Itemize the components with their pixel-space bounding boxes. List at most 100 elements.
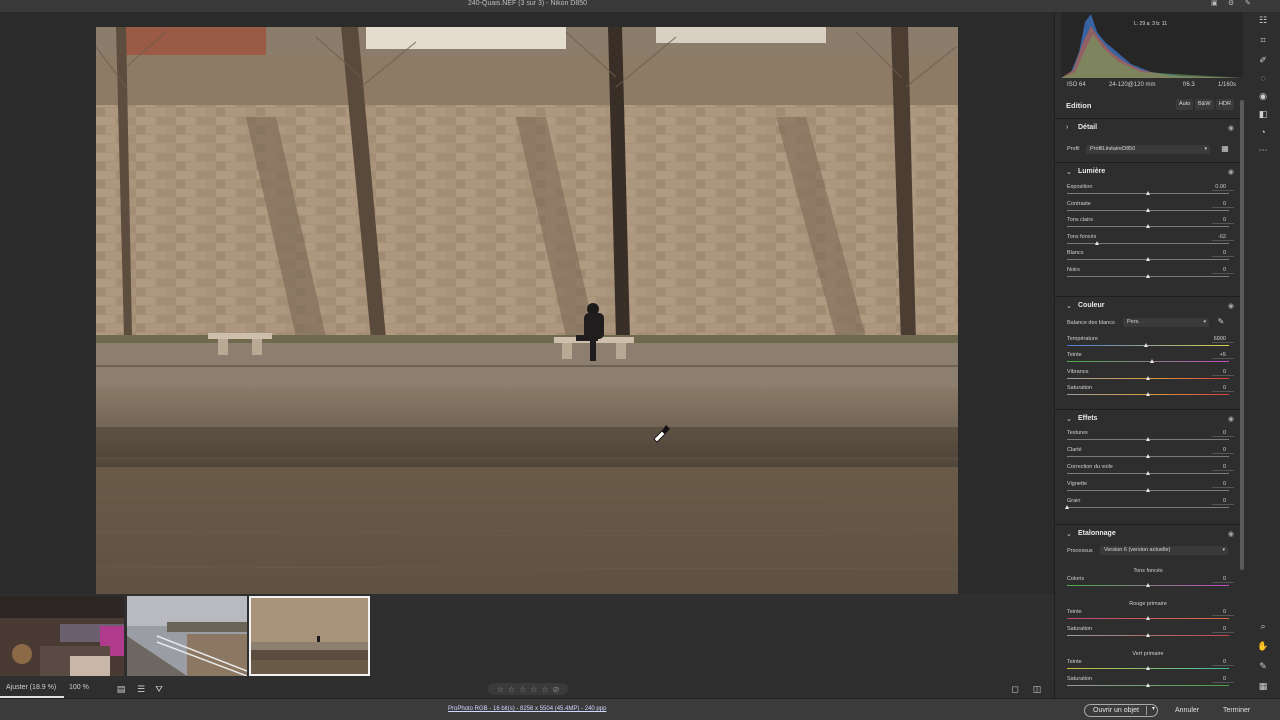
slider-thumb[interactable]: [1145, 257, 1150, 262]
visibility-eye-icon[interactable]: ◉: [1228, 530, 1234, 538]
slider-value[interactable]: 0: [1223, 369, 1226, 375]
slider-value[interactable]: 0: [1223, 201, 1226, 207]
zoom-fit-dropdown[interactable]: Ajuster (18.9 %): [6, 684, 56, 691]
filmstrip-view-icon[interactable]: ▤: [116, 684, 126, 694]
white-balance-picker-icon[interactable]: ✎: [1215, 316, 1227, 328]
slider-track[interactable]: [1067, 507, 1229, 508]
slider-track[interactable]: [1067, 242, 1229, 244]
visibility-eye-icon[interactable]: ◉: [1228, 124, 1234, 132]
star-1[interactable]: ☆: [497, 685, 504, 694]
slider-value[interactable]: 0: [1223, 430, 1226, 436]
slider-thumb[interactable]: [1145, 583, 1150, 587]
section-light[interactable]: ⌄ Lumière ◉: [1055, 162, 1241, 180]
slider-thumb[interactable]: [1145, 274, 1150, 278]
help-icon[interactable]: ✎: [1245, 0, 1254, 7]
star-4[interactable]: ☆: [530, 685, 537, 694]
slider-thumb[interactable]: [1145, 392, 1150, 397]
section-detail[interactable]: › Détail ◉: [1055, 118, 1241, 136]
slider-value[interactable]: -62: [1218, 234, 1226, 240]
healing-brush-icon[interactable]: ✐: [1257, 54, 1269, 66]
star-3[interactable]: ☆: [519, 685, 526, 694]
zoom-100-button[interactable]: 100 %: [69, 684, 89, 691]
slider-value[interactable]: 0: [1223, 626, 1226, 632]
slider-value[interactable]: 0: [1223, 676, 1226, 682]
slider-thumb[interactable]: [1145, 632, 1150, 637]
workflow-options-link[interactable]: ProPhoto RGB - 16 bit(s) - 8256 x 5504 (…: [448, 706, 606, 712]
slider-thumb[interactable]: [1145, 488, 1150, 492]
filter-icon[interactable]: ⛛: [154, 684, 164, 694]
slider-thumb[interactable]: [1145, 207, 1150, 212]
hand-icon[interactable]: ✋: [1257, 640, 1269, 652]
slider-value[interactable]: 0: [1223, 576, 1226, 582]
slider-value[interactable]: 0: [1223, 498, 1226, 504]
settings-gear-icon[interactable]: ⚙: [1228, 0, 1237, 7]
star-5[interactable]: ☆: [541, 685, 548, 694]
star-2[interactable]: ☆: [508, 685, 515, 694]
slider-value[interactable]: 6900: [1214, 336, 1226, 342]
process-select[interactable]: Version 6 (version actuelle) ▾: [1100, 546, 1228, 555]
masking-icon[interactable]: ◌: [1257, 72, 1269, 84]
bw-button[interactable]: B&W: [1195, 99, 1214, 110]
slider-value[interactable]: 0: [1223, 267, 1226, 273]
snapshots-icon[interactable]: ◔: [1257, 126, 1269, 138]
slider-thumb[interactable]: [1145, 666, 1150, 671]
star-rating[interactable]: ☆ ☆ ☆ ☆ ☆ ⊘: [488, 683, 568, 695]
slider-value[interactable]: 0: [1223, 464, 1226, 470]
auto-button[interactable]: Auto: [1176, 99, 1194, 110]
slider-thumb[interactable]: [1145, 682, 1150, 687]
visibility-eye-icon[interactable]: ◉: [1228, 168, 1234, 176]
chevron-down-icon[interactable]: ▾: [1152, 705, 1155, 712]
slider-thumb[interactable]: [1145, 375, 1150, 380]
before-after-icon[interactable]: ◫: [1032, 684, 1042, 694]
more-icon[interactable]: ⋯: [1257, 144, 1269, 156]
section-calibration[interactable]: ⌄ Etalonnage ◉: [1055, 524, 1241, 542]
presets-icon[interactable]: ◧: [1257, 108, 1269, 120]
sort-icon[interactable]: ☰: [136, 684, 146, 694]
slider-value[interactable]: 0: [1223, 481, 1226, 487]
visibility-eye-icon[interactable]: ◉: [1228, 415, 1234, 423]
filmstrip-thumbnail[interactable]: [0, 596, 124, 676]
slider-thumb[interactable]: [1145, 437, 1150, 441]
white-balance-select[interactable]: Pers. ▾: [1123, 318, 1209, 327]
color-sampler-icon[interactable]: ✎: [1257, 660, 1269, 672]
grid-icon[interactable]: ▦: [1257, 680, 1269, 692]
slider-value[interactable]: 0: [1223, 659, 1226, 665]
main-photo-preview[interactable]: [96, 27, 958, 603]
visibility-eye-icon[interactable]: ◉: [1228, 302, 1234, 310]
slider-value[interactable]: 0: [1223, 385, 1226, 391]
slider-thumb[interactable]: [1145, 471, 1150, 475]
slider-value[interactable]: +5: [1220, 352, 1226, 358]
slider-thumb[interactable]: [1064, 505, 1069, 509]
slider-track[interactable]: [1067, 345, 1229, 346]
hdr-button[interactable]: HDR: [1216, 99, 1234, 110]
profile-select[interactable]: ProfilLinéaireD850 ▾: [1086, 145, 1210, 154]
slider-thumb[interactable]: [1145, 616, 1150, 621]
filmstrip-thumbnail-selected[interactable]: [249, 596, 370, 676]
slider-thumb[interactable]: [1145, 191, 1150, 195]
slider-thumb[interactable]: [1143, 343, 1148, 347]
edit-sliders-icon[interactable]: ☷: [1257, 14, 1269, 26]
slider-thumb[interactable]: [1150, 359, 1155, 364]
open-object-button[interactable]: Ouvrir un objet ▾: [1084, 704, 1158, 717]
slider-value[interactable]: 0: [1223, 447, 1226, 453]
slider-value[interactable]: 0: [1223, 217, 1226, 223]
save-icon[interactable]: ▣: [1211, 0, 1220, 7]
slider-thumb[interactable]: [1145, 224, 1150, 229]
zoom-icon[interactable]: ⌕: [1257, 620, 1269, 632]
slider-thumb[interactable]: [1145, 454, 1150, 458]
slider-track[interactable]: [1067, 361, 1229, 363]
section-color[interactable]: ⌄ Couleur ◉: [1055, 296, 1241, 314]
slider-value[interactable]: 0: [1223, 250, 1226, 256]
slider-thumb[interactable]: [1095, 240, 1100, 245]
panel-scrollbar[interactable]: [1240, 100, 1244, 570]
reject-icon[interactable]: ⊘: [553, 685, 560, 694]
single-view-icon[interactable]: ◻: [1010, 684, 1020, 694]
section-effects[interactable]: ⌄ Effets ◉: [1055, 409, 1241, 427]
done-button[interactable]: Terminer: [1223, 707, 1250, 714]
slider-value[interactable]: 0.00: [1215, 184, 1226, 190]
cancel-button[interactable]: Annuler: [1175, 707, 1199, 714]
profile-browser-icon[interactable]: ▦: [1219, 143, 1231, 155]
crop-icon[interactable]: ⌗: [1257, 34, 1269, 46]
filmstrip-thumbnail[interactable]: [127, 596, 247, 676]
slider-value[interactable]: 0: [1223, 609, 1226, 615]
